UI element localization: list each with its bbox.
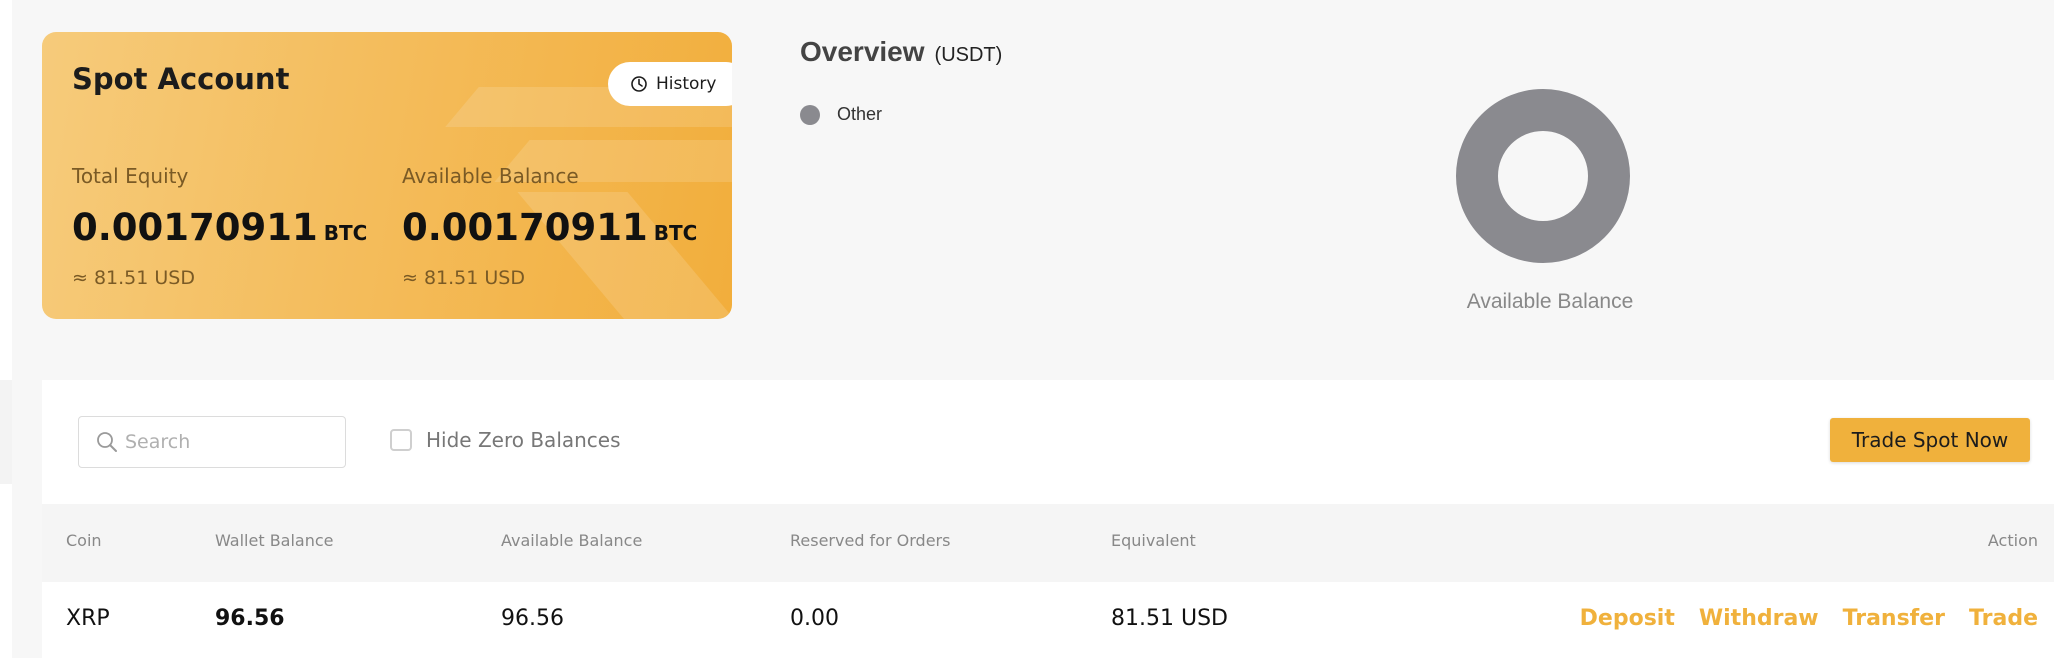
hide-zero-checkbox[interactable]: [390, 429, 412, 451]
header-available-balance: Available Balance: [501, 531, 643, 550]
header-equivalent: Equivalent: [1111, 531, 1196, 550]
table-row: XRP 96.56 96.56 0.00 81.51 USD Deposit W…: [42, 582, 2054, 658]
legend-dot: [800, 104, 820, 125]
overview-unit: (USDT): [934, 44, 1003, 66]
spot-account-title: Spot Account: [72, 62, 290, 96]
withdraw-link[interactable]: Withdraw: [1699, 606, 1819, 631]
donut-label: Available Balance: [1466, 290, 1634, 313]
header-wallet-balance: Wallet Balance: [215, 531, 334, 550]
trade-link[interactable]: Trade: [1969, 606, 2038, 631]
table-header: Coin Wallet Balance Available Balance Re…: [42, 504, 2054, 582]
spot-account-card: Spot Account History Total Equity 0.0017…: [42, 32, 732, 319]
donut-slice-other: [1456, 89, 1630, 263]
search-icon: [97, 432, 117, 452]
total-equity-label: Total Equity: [72, 164, 189, 188]
overview-legend-item: Other: [800, 104, 882, 125]
clock-icon: [631, 76, 647, 92]
transfer-link[interactable]: Transfer: [1843, 606, 1945, 631]
balances-panel: Hide Zero Balances Trade Spot Now Coin W…: [42, 380, 2054, 658]
left-edge-strip: [0, 0, 12, 658]
overview-title: Overview (USDT): [800, 36, 1002, 68]
search-box[interactable]: [78, 416, 346, 468]
trade-spot-now-button[interactable]: Trade Spot Now: [1830, 418, 2030, 462]
overview-donut-chart: [1456, 89, 1630, 263]
cell-reserved: 0.00: [790, 606, 839, 631]
available-balance-value-row: 0.00170911 BTC: [402, 206, 697, 249]
total-equity-unit: BTC: [323, 221, 368, 245]
available-balance-label: Available Balance: [402, 164, 579, 188]
header-reserved-for-orders: Reserved for Orders: [790, 531, 951, 550]
legend-label: Other: [837, 104, 883, 124]
available-balance-value: 0.00170911: [402, 206, 648, 249]
left-edge-strip-gray: [0, 380, 12, 484]
header-coin: Coin: [66, 531, 102, 550]
total-equity-usd: ≈ 81.51 USD: [72, 267, 195, 289]
total-equity-block: Total Equity 0.00170911 BTC ≈ 81.51 USD: [72, 164, 367, 289]
available-balance-usd: ≈ 81.51 USD: [402, 267, 525, 289]
available-balance-unit: BTC: [653, 221, 698, 245]
cell-available-balance: 96.56: [501, 606, 564, 631]
hide-zero-balances-toggle[interactable]: Hide Zero Balances: [390, 428, 621, 452]
history-label: History: [656, 74, 717, 94]
header-action: Action: [1987, 531, 2038, 550]
available-balance-block: Available Balance 0.00170911 BTC ≈ 81.51 …: [402, 164, 697, 289]
total-equity-value: 0.00170911: [72, 206, 318, 249]
deposit-link[interactable]: Deposit: [1580, 606, 1675, 631]
cell-coin: XRP: [66, 606, 110, 631]
cell-equivalent: 81.51 USD: [1111, 606, 1228, 631]
cell-wallet-balance: 96.56: [215, 606, 285, 631]
row-actions: Deposit Withdraw Transfer Trade: [1580, 606, 2038, 631]
total-equity-value-row: 0.00170911 BTC: [72, 206, 367, 249]
history-button[interactable]: History: [608, 62, 732, 106]
overview-title-text: Overview: [800, 36, 925, 67]
search-input[interactable]: [123, 430, 327, 454]
hide-zero-label: Hide Zero Balances: [426, 428, 621, 452]
